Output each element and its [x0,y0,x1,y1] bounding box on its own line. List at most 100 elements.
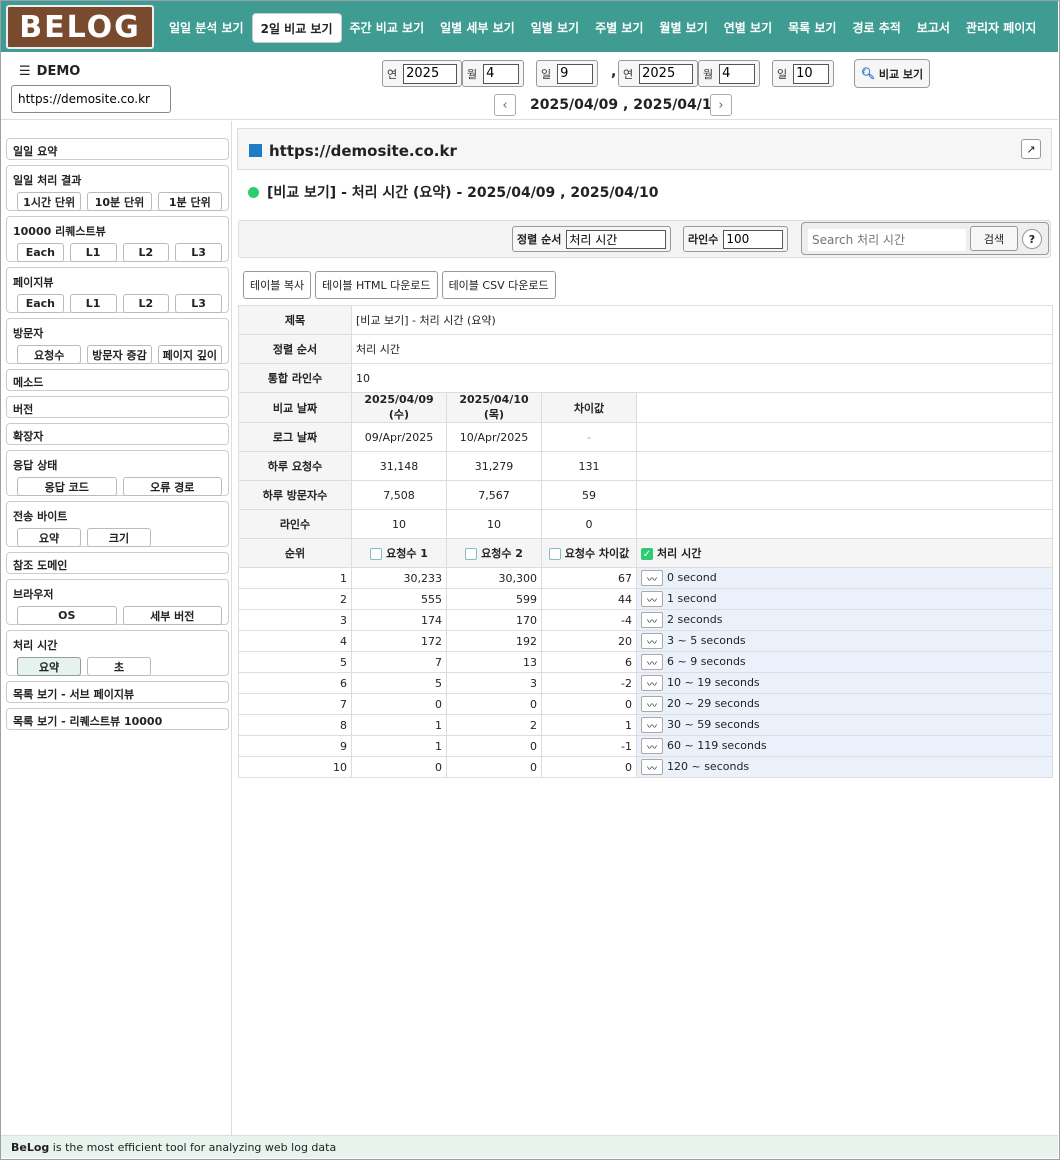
nav-tab[interactable]: 일별 보기 [523,13,587,43]
nav-tab[interactable]: 월별 보기 [651,13,715,43]
checkbox-icon[interactable] [370,548,383,560]
search-icon: 🔍︎ [860,67,875,80]
belog-logo[interactable]: BELOG [6,5,154,49]
date-range-title: 2025/04/09 , 2025/04/10 [530,97,722,113]
sidebar-btn-1min[interactable]: 1분 단위 [157,192,222,211]
date2-day-input[interactable] [793,63,830,84]
nav-tab[interactable]: 연별 보기 [716,13,780,43]
sidebar-btn-detail-version[interactable]: 세부 버전 [122,606,222,625]
trend-chart-icon[interactable]: 〰 [641,570,663,586]
date2-month-input[interactable] [719,63,756,84]
cell-requests1: 0 [351,756,447,778]
cell-requests2: 599 [446,588,542,610]
nav-tab[interactable]: 주별 보기 [587,13,651,43]
sidebar-btn-bytes-summary[interactable]: 요약 [17,528,81,547]
download-csv-button[interactable]: 테이블 CSV 다운로드 [441,271,556,299]
sidebar-item-method[interactable]: 메소드 [6,369,229,391]
sidebar-btn-proctime-seconds[interactable]: 초 [87,657,151,676]
nav-tab[interactable]: 목록 보기 [780,13,844,43]
chevron-left-icon: ‹ [502,97,508,113]
cell-time: 〰 60 ~ 119 seconds [635,735,1054,757]
sidebar-item-extension[interactable]: 확장자 [6,423,229,445]
sidebar-btn-pv-l3[interactable]: L3 [175,294,222,313]
copy-table-button[interactable]: 테이블 복사 [243,271,312,299]
date1-year-input[interactable] [403,63,458,84]
sidebar-group-title: 방문자 [13,327,44,340]
demo-menu[interactable]: ☰ DEMO [19,64,80,79]
date2-year-input[interactable] [639,63,694,84]
sidebar-btn-response-code[interactable]: 응답 코드 [17,477,117,496]
sidebar-btn-10min[interactable]: 10분 단위 [87,192,152,211]
sidebar-item-version[interactable]: 버전 [6,396,229,418]
cell-requests1: 172 [351,630,447,652]
date1-day-input[interactable] [557,63,594,84]
trend-chart-icon[interactable]: 〰 [641,696,663,712]
date1-month-input[interactable] [483,63,520,84]
next-date-button[interactable]: › [710,94,732,116]
checkbox-checked-icon[interactable]: ✓ [641,548,653,560]
nav-tab[interactable]: 경로 추적 [844,13,908,43]
checkbox-icon[interactable] [465,548,478,560]
help-button[interactable]: ? [1022,229,1042,249]
sidebar-btn-rv-each[interactable]: Each [17,243,64,262]
nav-tab[interactable]: 관리자 페이지 [958,13,1044,43]
menu-icon[interactable]: ☰ [19,64,31,79]
cell-requests1: 1 [351,714,447,736]
sidebar-btn-rv-l1[interactable]: L1 [69,243,117,262]
sidebar-btn-requests[interactable]: 요청수 [17,345,82,364]
trend-chart-icon[interactable]: 〰 [641,612,663,628]
date2-day-group: 일 [772,60,835,87]
trend-chart-icon[interactable]: 〰 [641,633,663,649]
sidebar-btn-1hour[interactable]: 1시간 단위 [17,192,82,211]
cell-requests2: 0 [446,735,542,757]
sidebar-btn-bytes-size[interactable]: 크기 [87,528,151,547]
download-html-button[interactable]: 테이블 HTML 다운로드 [315,271,438,299]
prev-date-button[interactable]: ‹ [494,94,516,116]
sidebar-btn-page-depth[interactable]: 페이지 깊이 [157,345,222,364]
nav-tab[interactable]: 일별 세부 보기 [432,13,523,43]
sort-input[interactable] [566,229,667,249]
sidebar-btn-visitor-change[interactable]: 방문자 증감 [87,345,152,364]
sidebar-btn-pv-l1[interactable]: L1 [69,294,117,313]
time-label: 60 ~ 119 seconds [667,739,767,752]
year-label: 연 [623,67,634,81]
search-input[interactable] [808,229,966,251]
day-label: 일 [541,67,552,81]
sidebar-btn-pv-l2[interactable]: L2 [122,294,170,313]
sidebar-group-proctime: 처리 시간 요약 초 [6,630,229,676]
sort-label: 정렬 순서 [517,233,562,246]
nav-tab[interactable]: 보고서 [909,13,958,43]
sidebar-btn-rv-l3[interactable]: L3 [175,243,222,262]
compare-button[interactable]: 🔍︎ 비교 보기 [854,59,930,88]
table-row: 9 1 0 -1 〰 60 ~ 119 seconds [238,735,1054,757]
cell-time: 〰 120 ~ seconds [635,756,1054,778]
column-label: 요청수 차이값 [564,547,630,560]
sidebar-item-list-request[interactable]: 목록 보기 - 리퀘스트뷰 10000 [6,708,229,730]
lines-label: 라인수 [688,233,719,246]
sidebar-btn-os[interactable]: OS [17,606,117,625]
compare-date1: 2025/04/09 (수) [351,392,447,423]
search-button[interactable]: 검색 [970,226,1018,251]
trend-chart-icon[interactable]: 〰 [641,738,663,754]
checkbox-icon[interactable] [548,548,561,560]
trend-chart-icon[interactable]: 〰 [641,759,663,775]
nav-tab[interactable]: 주간 비교 보기 [342,13,433,43]
nav-tab[interactable]: 2일 비교 보기 [251,13,342,43]
open-external-button[interactable]: ↗ [1021,139,1041,159]
sidebar-btn-proctime-summary[interactable]: 요약 [17,657,81,676]
sidebar-item-list-subpage[interactable]: 목록 보기 - 서브 페이지뷰 [6,681,229,703]
site-url-input[interactable] [11,85,171,113]
sidebar-item-referer[interactable]: 참조 도메인 [6,552,229,574]
trend-chart-icon[interactable]: 〰 [641,675,663,691]
compare-row-diff: 131 [541,451,637,481]
sidebar-btn-rv-l2[interactable]: L2 [122,243,170,262]
nav-tab[interactable]: 일일 분석 보기 [161,13,252,43]
sidebar-btn-error-path[interactable]: 오류 경로 [122,477,222,496]
trend-chart-icon[interactable]: 〰 [641,654,663,670]
trend-chart-icon[interactable]: 〰 [641,591,663,607]
sidebar-item-daily-summary[interactable]: 일일 요약 [6,138,229,160]
lines-input[interactable] [723,229,784,249]
sidebar-btn-pv-each[interactable]: Each [17,294,64,313]
trend-chart-icon[interactable]: 〰 [641,717,663,733]
sidebar-item-label: 목록 보기 - 서브 페이지뷰 [13,688,135,701]
